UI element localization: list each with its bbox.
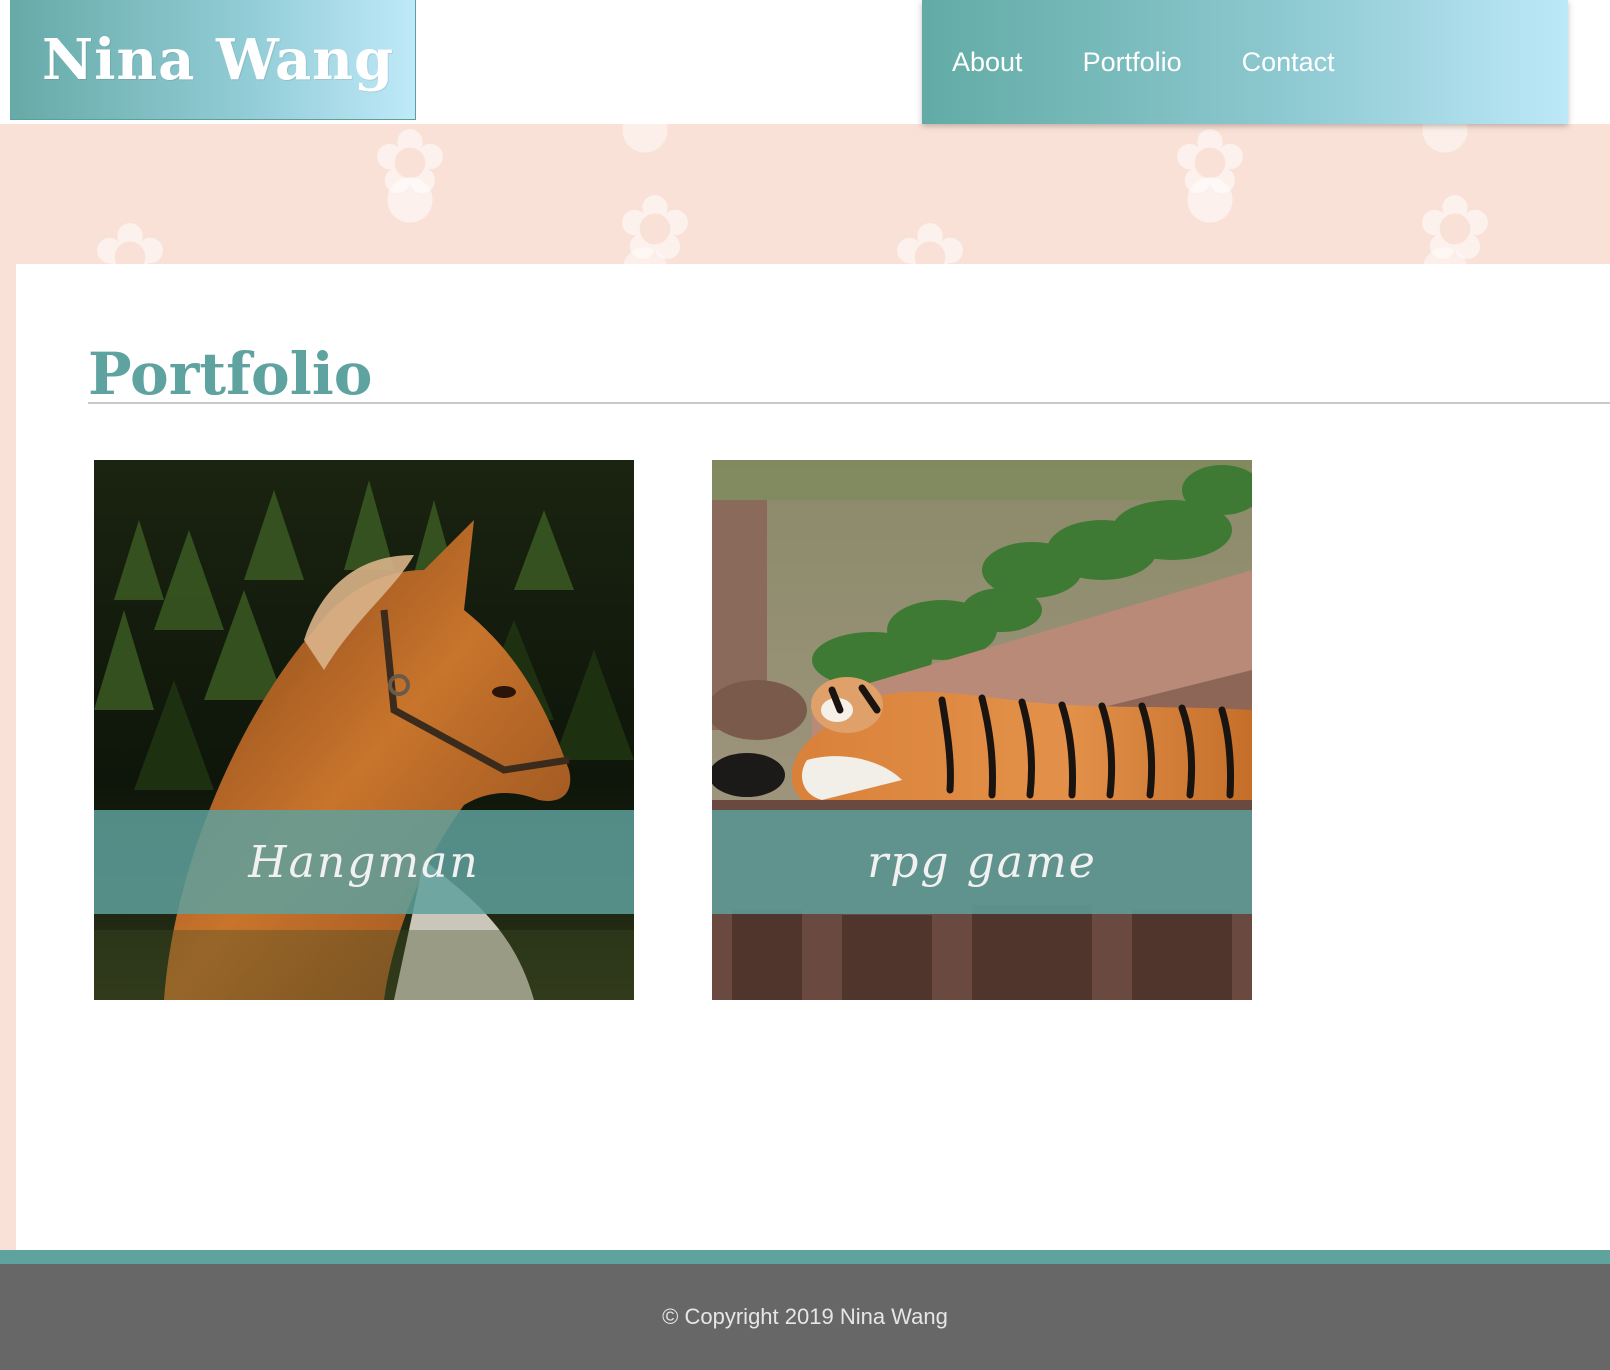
nav-item-portfolio[interactable]: Portfolio: [1083, 47, 1182, 78]
page-title: Portfolio: [88, 340, 373, 408]
blossom-decoration: ✿: [617, 176, 693, 281]
project-caption-hangman: Hangman: [94, 810, 634, 914]
site-footer: © Copyright 2019 Nina Wang: [0, 1264, 1610, 1370]
site-logo-text: Nina Wang: [42, 26, 395, 93]
blossom-decoration: ✿: [1172, 110, 1248, 215]
blossom-decoration: ✿: [1417, 176, 1493, 281]
project-card-rpg-game[interactable]: rpg game: [712, 460, 1252, 1000]
horse-photo: [94, 460, 634, 1000]
site-logo[interactable]: Nina Wang: [10, 0, 416, 120]
footer-accent-stripe: [0, 1250, 1610, 1264]
copyright-text: © Copyright 2019 Nina Wang: [662, 1304, 948, 1329]
project-card-hangman[interactable]: Hangman: [94, 460, 634, 1000]
project-caption-rpg-game: rpg game: [712, 810, 1252, 914]
tiger-photo: [712, 460, 1252, 1000]
nav-item-contact[interactable]: Contact: [1242, 47, 1335, 78]
blossom-decoration: ✿: [372, 110, 448, 215]
title-divider: [88, 402, 1610, 404]
main-content: Portfolio Hangman rpg game: [16, 264, 1610, 1250]
nav-item-about[interactable]: About: [952, 47, 1023, 78]
main-nav: About Portfolio Contact: [922, 0, 1568, 124]
